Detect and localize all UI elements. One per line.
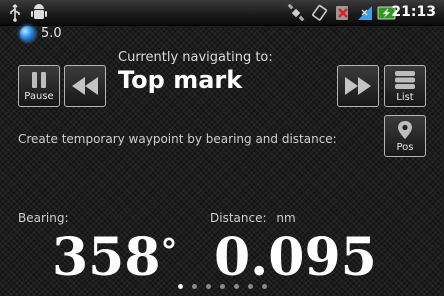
page-dot[interactable] <box>233 284 239 289</box>
status-bar: 21:13 <box>0 0 444 26</box>
globe-icon <box>20 25 35 41</box>
pos-button-label: Pos <box>396 141 414 153</box>
bearing-value[interactable]: 358 <box>52 227 161 288</box>
bearing-label: Bearing: <box>18 211 69 225</box>
pos-button[interactable]: Pos <box>384 115 426 157</box>
pause-icon <box>32 71 46 88</box>
page-dot[interactable] <box>177 284 183 289</box>
no-sim-icon <box>336 6 348 20</box>
distance-value[interactable]: 0.095 <box>214 228 377 288</box>
waypoint-hint: Create temporary waypoint by bearing and… <box>18 132 337 146</box>
navigating-caption: Currently navigating to: <box>118 50 273 65</box>
page-dot[interactable] <box>247 284 253 289</box>
pause-button[interactable]: Pause <box>18 65 60 107</box>
version-text: 5.0 <box>41 25 62 41</box>
rotate-icon <box>312 4 328 21</box>
degree-symbol: ° <box>160 232 178 272</box>
list-icon <box>395 70 415 89</box>
next-button[interactable] <box>337 65 379 107</box>
rewind-icon <box>72 77 98 95</box>
satellite-icon <box>287 4 305 22</box>
android-debug-icon <box>31 4 47 19</box>
fast-forward-icon <box>345 77 371 95</box>
page-dot[interactable] <box>191 284 197 289</box>
bearing-value-group[interactable]: 358° <box>52 228 178 288</box>
page-dot[interactable] <box>205 284 211 289</box>
usb-icon <box>10 4 20 22</box>
page-dot[interactable] <box>219 284 225 289</box>
distance-unit: nm <box>276 211 296 225</box>
page-dot[interactable] <box>261 284 267 289</box>
list-button[interactable]: List <box>384 65 426 107</box>
distance-label-group: Distance: nm <box>210 211 296 225</box>
signal-icon <box>358 6 372 20</box>
list-button-label: List <box>396 91 414 103</box>
version-indicator: 5.0 <box>20 24 62 42</box>
previous-button[interactable] <box>64 65 106 107</box>
pause-button-label: Pause <box>24 90 54 102</box>
distance-label: Distance: <box>210 211 267 225</box>
target-waypoint-name: Top mark <box>118 66 243 94</box>
clock: 21:13 <box>391 4 436 20</box>
map-pin-icon <box>398 120 412 139</box>
page-indicator <box>0 284 444 289</box>
